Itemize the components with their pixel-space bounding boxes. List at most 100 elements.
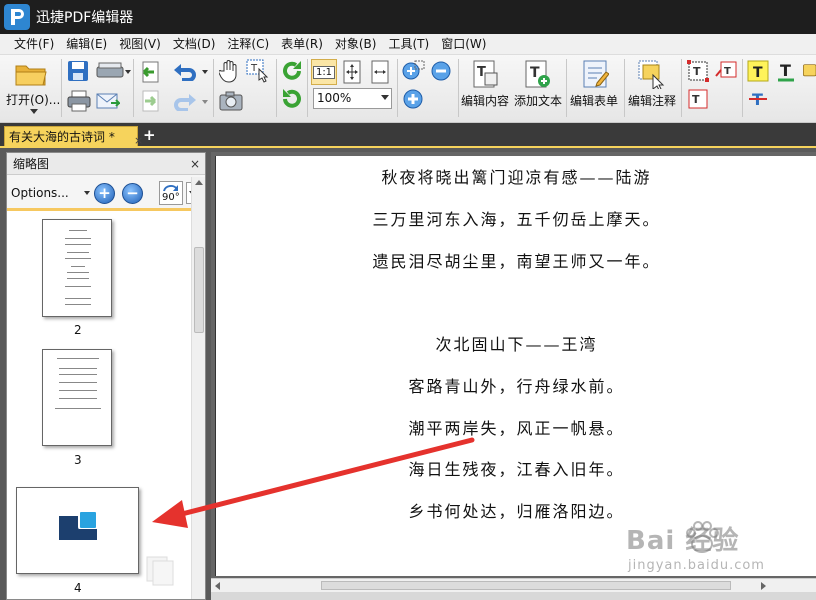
page-thumbnail[interactable]: [42, 219, 112, 317]
scanner-icon[interactable]: [95, 60, 125, 82]
thumbnail-text-line: [67, 272, 89, 273]
edit-annotation-label[interactable]: 编辑注释: [628, 92, 676, 109]
menu-window[interactable]: 窗口(W): [435, 34, 492, 55]
zoom-value: 100%: [317, 91, 352, 105]
poem-line: 潮平两岸失，风正一帆悬。: [408, 419, 625, 438]
snapshot-icon[interactable]: [218, 89, 244, 113]
email-icon[interactable]: [95, 89, 121, 113]
scrollbar-thumb[interactable]: [194, 247, 204, 333]
underline-text-icon[interactable]: T: [774, 59, 798, 83]
document-tab-label: 有关大海的古诗词 *: [9, 130, 115, 144]
zoom-in-icon[interactable]: [400, 87, 426, 111]
enlarge-thumbnails-icon[interactable]: +: [94, 183, 115, 204]
rotate-clockwise-icon[interactable]: [280, 59, 304, 83]
thumbnail-text-line: [59, 374, 97, 375]
scanner-dropdown-arrow-icon[interactable]: [125, 70, 131, 74]
zoom-select[interactable]: 100%: [313, 88, 392, 109]
rotate-counterclockwise-icon[interactable]: [280, 87, 304, 111]
open-folder-icon[interactable]: [14, 61, 48, 87]
menu-form[interactable]: 表单(R): [275, 34, 329, 55]
menu-file[interactable]: 文件(F): [8, 34, 60, 55]
thumbnails-toolbar: Options... + − 90°: [7, 175, 205, 211]
reduce-thumbnails-icon[interactable]: −: [122, 183, 143, 204]
edit-annotation-icon[interactable]: [636, 59, 666, 89]
toolbar-separator: [397, 59, 398, 117]
add-text-icon[interactable]: T: [522, 59, 552, 89]
callout-icon[interactable]: T: [714, 59, 738, 83]
myoffice-logo-text: myoffice: [60, 539, 95, 548]
scroll-up-arrow-icon[interactable]: [195, 180, 203, 185]
page-thumbnail[interactable]: [42, 349, 112, 446]
pdf-page[interactable]: 秋夜将晓出篱门迎凉有感——陆游 三万里河东入海，五千仞岳上摩天。 遗民泪尽胡尘里…: [215, 156, 816, 576]
typewriter-icon[interactable]: T: [686, 87, 710, 111]
redo-icon[interactable]: [172, 91, 198, 113]
poem-title-line: 次北固山下——王湾: [435, 335, 598, 354]
watermark-title: Bai 经验: [626, 526, 740, 556]
thumbnails-scrollbar[interactable]: [191, 177, 205, 599]
toolbar: 打开(O)... T 1:1 100% T 编辑内容 T 添加文本 编辑表单 编…: [0, 55, 816, 123]
poem-line: 客路青山外，行舟绿水前。: [408, 377, 625, 396]
menu-comment[interactable]: 注释(C): [221, 34, 275, 55]
undo-icon[interactable]: [172, 61, 198, 83]
scroll-left-arrow-icon[interactable]: [215, 582, 220, 590]
fit-width-icon[interactable]: [368, 59, 392, 85]
menu-tools[interactable]: 工具(T): [382, 34, 435, 55]
edit-form-label[interactable]: 编辑表单: [570, 92, 618, 109]
note-icon[interactable]: [802, 59, 816, 83]
rotate-page-90-button[interactable]: 90°: [159, 181, 183, 205]
svg-text:T: T: [692, 93, 700, 106]
zoom-out-icon[interactable]: [429, 59, 453, 83]
fit-page-icon[interactable]: [340, 59, 364, 85]
baidu-watermark: Bai 经验 jingyan.baidu.com: [626, 520, 816, 600]
options-dropdown-arrow-icon[interactable]: [84, 191, 90, 195]
zoom-dropdown-arrow-icon[interactable]: [381, 95, 389, 100]
options-button[interactable]: Options...: [11, 182, 91, 204]
edit-content-label[interactable]: 编辑内容: [461, 92, 509, 109]
marquee-zoom-icon[interactable]: [400, 59, 426, 83]
panel-close-icon[interactable]: ×: [190, 153, 200, 175]
svg-text:T: T: [753, 65, 763, 81]
highlight-text-icon[interactable]: T: [746, 59, 770, 83]
page-thumbnail-selected[interactable]: myoffice: [16, 487, 139, 574]
menu-edit[interactable]: 编辑(E): [60, 34, 113, 55]
actual-size-button[interactable]: 1:1: [311, 59, 337, 85]
save-icon[interactable]: [66, 60, 90, 82]
tab-close-icon[interactable]: ×: [134, 131, 143, 151]
actual-size-label: 1:1: [312, 65, 336, 79]
document-tab-bar: 有关大海的古诗词 * × +: [0, 123, 816, 148]
svg-text:T: T: [724, 66, 731, 77]
thumbnail-text-line: [65, 286, 91, 287]
document-tab[interactable]: 有关大海的古诗词 * ×: [4, 126, 143, 148]
poem-line: 遗民泪尽胡尘里，南望王师又一年。: [372, 252, 661, 271]
svg-text:T: T: [250, 63, 258, 74]
hand-tool-icon[interactable]: [218, 59, 242, 83]
previous-view-icon[interactable]: [138, 61, 162, 83]
thumbnails-list[interactable]: 2 3 myoffice 4: [7, 215, 191, 599]
print-icon[interactable]: [66, 89, 92, 113]
add-text-label[interactable]: 添加文本: [514, 92, 562, 109]
copy-pages-icon: [146, 556, 174, 586]
title-bar: 迅捷PDF编辑器: [0, 0, 816, 34]
menu-document[interactable]: 文档(D): [167, 34, 222, 55]
select-text-icon[interactable]: T: [245, 59, 271, 83]
new-tab-icon[interactable]: +: [143, 127, 156, 143]
svg-text:T: T: [693, 65, 701, 78]
svg-text:T: T: [530, 65, 540, 81]
menu-view[interactable]: 视图(V): [113, 34, 167, 55]
thumbnail-text-line: [67, 252, 89, 253]
menu-object[interactable]: 对象(B): [329, 34, 383, 55]
text-box-icon[interactable]: T: [686, 59, 710, 83]
thumbnail-text-line: [59, 382, 97, 383]
page-number-label: 3: [74, 453, 82, 467]
open-button-label[interactable]: 打开(O)...: [6, 91, 60, 108]
redo-dropdown-arrow-icon[interactable]: [202, 100, 208, 104]
edit-form-icon[interactable]: [580, 59, 610, 89]
poem-line: 海日生残夜，江春入旧年。: [408, 460, 625, 479]
options-label: Options...: [11, 186, 69, 200]
strikeout-text-icon[interactable]: T: [746, 87, 770, 111]
edit-content-icon[interactable]: T: [470, 59, 500, 89]
next-view-icon[interactable]: [138, 89, 162, 113]
toolbar-separator: [681, 59, 682, 117]
open-dropdown-arrow-icon[interactable]: [30, 109, 38, 114]
undo-dropdown-arrow-icon[interactable]: [202, 70, 208, 74]
